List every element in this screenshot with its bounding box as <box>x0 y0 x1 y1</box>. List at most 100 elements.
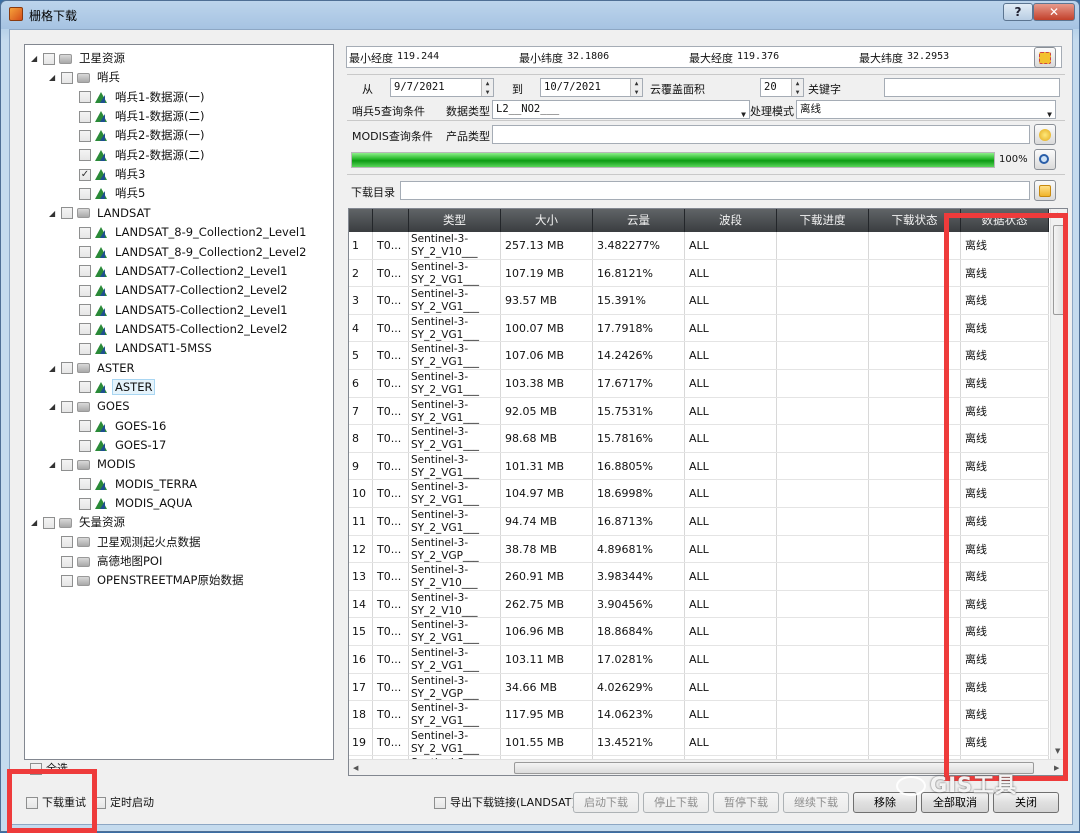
to-date-spinner[interactable]: ▲ ▼ <box>630 79 642 96</box>
pause-download-button[interactable]: 暂停下载 <box>713 792 779 813</box>
checkbox[interactable] <box>43 516 55 529</box>
cloud-cover-spinner[interactable]: ▲ ▼ <box>791 79 803 96</box>
tree-item[interactable]: ASTER <box>67 378 156 397</box>
tree-item[interactable]: MODIS_AQUA <box>67 494 194 513</box>
checkbox[interactable] <box>79 439 91 452</box>
expand-toggle-icon[interactable]: ◢ <box>49 204 59 223</box>
expand-toggle-icon[interactable]: ◢ <box>49 397 59 416</box>
checkbox[interactable] <box>61 207 73 220</box>
expand-toggle-icon[interactable]: ◢ <box>49 455 59 474</box>
tree-item[interactable]: ✓ 哨兵3 <box>67 165 147 184</box>
tree-item[interactable]: GOES-16 <box>67 417 168 436</box>
scroll-left-icon[interactable]: ◀ <box>353 764 358 772</box>
max-lat-value[interactable]: 32.2953 <box>907 51 949 62</box>
checkbox[interactable] <box>79 110 91 123</box>
tree-item[interactable]: GOES-17 <box>67 436 168 455</box>
checkbox[interactable] <box>79 381 91 394</box>
timer-start-checkbox[interactable]: 定时启动 <box>92 794 154 810</box>
tree-item[interactable]: ◢ GOES <box>49 397 132 416</box>
tree-item[interactable]: ◢ 哨兵 <box>49 68 122 87</box>
tree-item[interactable]: ◢ 卫星资源 <box>31 49 127 68</box>
checkbox[interactable] <box>61 574 73 587</box>
checkbox[interactable] <box>79 187 91 200</box>
max-lon-value[interactable]: 119.376 <box>737 51 779 62</box>
tree-item[interactable]: LANDSAT7-Collection2_Level1 <box>67 262 290 281</box>
keyword-input[interactable] <box>884 78 1060 97</box>
processing-mode-select[interactable]: 离线 ▼ <box>796 100 1056 119</box>
search-button[interactable] <box>1034 149 1056 170</box>
checkbox[interactable] <box>43 52 55 65</box>
tree-item[interactable]: LANDSAT7-Collection2_Level2 <box>67 281 290 300</box>
checkbox[interactable] <box>434 797 446 809</box>
column-header[interactable] <box>349 209 373 232</box>
tree-item[interactable]: 卫星观测起火点数据 <box>49 533 203 552</box>
checkbox[interactable] <box>61 536 73 549</box>
column-header[interactable]: 波段 <box>685 209 777 232</box>
tree-item[interactable]: LANDSAT5-Collection2_Level2 <box>67 320 290 339</box>
from-date-spinner[interactable]: ▲ ▼ <box>481 79 493 96</box>
to-date-picker[interactable]: 10/7/2021 ▲ ▼ <box>540 78 643 97</box>
continue-download-button[interactable]: 继续下载 <box>783 792 849 813</box>
stop-download-button[interactable]: 停止下载 <box>643 792 709 813</box>
tree-item[interactable]: LANDSAT1-5MSS <box>67 339 214 358</box>
query-button[interactable] <box>1034 124 1056 145</box>
data-type-select[interactable]: L2__NO2___ ▼ <box>492 100 750 119</box>
column-header[interactable]: 云量 <box>593 209 685 232</box>
resource-tree[interactable]: ◢ 卫星资源 ◢ 哨兵 哨兵1-数据源(一) 哨兵1-数据源(二) 哨兵2-数据源(一) 哨兵… <box>24 44 334 760</box>
help-button[interactable]: ? <box>1003 3 1033 21</box>
checkbox[interactable] <box>61 71 73 84</box>
title-bar[interactable]: 栅格下载 ? ✕ <box>1 1 1079 29</box>
checkbox[interactable] <box>79 323 91 336</box>
column-header[interactable]: 大小 <box>501 209 593 232</box>
download-dir-input[interactable] <box>400 181 1030 200</box>
checkbox[interactable] <box>79 497 91 510</box>
checkbox[interactable] <box>61 400 73 413</box>
checkbox[interactable] <box>79 91 91 104</box>
tree-item[interactable]: 哨兵2-数据源(一) <box>67 126 206 145</box>
from-date-picker[interactable]: 9/7/2021 ▲ ▼ <box>390 78 494 97</box>
checkbox[interactable] <box>79 129 91 142</box>
tree-item[interactable]: 哨兵1-数据源(一) <box>67 88 206 107</box>
tree-item[interactable]: ◢ LANDSAT <box>49 204 153 223</box>
tree-item[interactable]: 哨兵5 <box>67 184 147 203</box>
tree-item[interactable]: LANDSAT5-Collection2_Level1 <box>67 301 290 320</box>
export-links-checkbox[interactable]: 导出下载链接(LANDSAT) <box>432 794 576 810</box>
checkbox[interactable] <box>79 265 91 278</box>
tree-item[interactable]: OPENSTREETMAP原始数据 <box>49 571 245 590</box>
start-download-button[interactable]: 启动下载 <box>573 792 639 813</box>
checkbox[interactable] <box>61 458 73 471</box>
checkbox[interactable] <box>79 304 91 317</box>
expand-toggle-icon[interactable]: ◢ <box>49 68 59 87</box>
checkbox[interactable] <box>79 420 91 433</box>
cloud-cover-input[interactable]: 20 ▲ ▼ <box>760 78 804 97</box>
browse-folder-button[interactable] <box>1034 180 1056 201</box>
tree-item[interactable]: ◢ 矢量资源 <box>31 513 127 532</box>
checkbox[interactable] <box>79 149 91 162</box>
tree-item[interactable]: 哨兵1-数据源(二) <box>67 107 206 126</box>
checkbox[interactable] <box>79 226 91 239</box>
close-window-button[interactable]: ✕ <box>1033 3 1075 21</box>
expand-toggle-icon[interactable]: ◢ <box>31 513 41 532</box>
checkbox[interactable] <box>61 555 73 568</box>
column-header[interactable] <box>373 209 409 232</box>
tree-item[interactable]: ◢ MODIS <box>49 455 138 474</box>
min-lat-value[interactable]: 32.1806 <box>567 51 609 62</box>
product-type-input[interactable] <box>492 125 1030 144</box>
checkbox[interactable] <box>79 246 91 258</box>
tree-item[interactable]: LANDSAT_8-9_Collection2_Level1 <box>67 223 308 242</box>
expand-toggle-icon[interactable]: ◢ <box>49 359 59 378</box>
expand-toggle-icon[interactable]: ◢ <box>31 49 41 68</box>
checkbox[interactable] <box>79 284 91 297</box>
tree-item[interactable]: LANDSAT_8-9_Collection2_Level2 <box>67 243 308 262</box>
checkbox[interactable] <box>79 342 91 355</box>
checkbox[interactable] <box>61 362 73 375</box>
tree-item[interactable]: MODIS_TERRA <box>67 475 199 494</box>
checkbox[interactable] <box>79 478 91 491</box>
column-header[interactable]: 类型 <box>409 209 501 232</box>
draw-extent-button[interactable] <box>1034 47 1056 68</box>
tree-item[interactable]: 高德地图POI <box>49 552 164 571</box>
checkbox[interactable]: ✓ <box>79 168 91 181</box>
column-header[interactable]: 下载进度 <box>777 209 869 232</box>
min-lon-value[interactable]: 119.244 <box>397 51 439 62</box>
tree-item[interactable]: ◢ ASTER <box>49 359 136 378</box>
